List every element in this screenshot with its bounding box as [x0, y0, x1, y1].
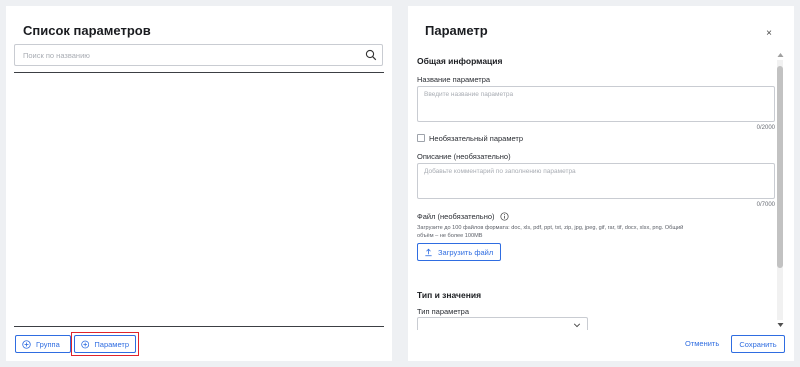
plus-circle-icon [81, 340, 90, 348]
search-icon[interactable] [365, 49, 377, 61]
parameters-list-panel: Список параметров Группа Параметр [6, 6, 392, 361]
name-label: Название параметра [417, 75, 491, 84]
cancel-button[interactable]: Отменить [685, 339, 719, 348]
description-textarea[interactable]: Добавьте комментарий по заполнению парам… [417, 163, 775, 199]
name-placeholder: Введите название параметра [424, 91, 514, 98]
save-button[interactable]: Сохранить [731, 335, 785, 353]
form-title: Параметр [425, 23, 488, 38]
list-bottom-divider [14, 326, 384, 327]
plus-circle-icon [22, 339, 31, 349]
scrollbar-thumb[interactable] [777, 66, 783, 268]
type-select[interactable] [417, 317, 588, 330]
type-label: Тип параметра [417, 307, 470, 316]
search-field[interactable] [14, 44, 383, 66]
add-group-label: Группа [36, 339, 60, 349]
list-top-divider [14, 72, 384, 73]
panel-title: Список параметров [23, 23, 151, 38]
description-counter: 0/7000 [756, 202, 775, 208]
upload-file-button[interactable]: Загрузить файл [417, 243, 501, 261]
file-hint: Загрузите до 100 файлов формата: doc, xl… [417, 225, 684, 239]
type-section-heading: Тип и значения [417, 290, 482, 300]
add-group-button[interactable]: Группа [15, 335, 71, 353]
add-parameter-label: Параметр [94, 339, 129, 349]
scrollbar[interactable] [777, 52, 784, 328]
optional-label[interactable]: Необязательный параметр [429, 134, 523, 143]
name-counter: 0/2000 [756, 125, 775, 131]
description-label: Описание (необязательно) [417, 152, 511, 161]
add-parameter-button[interactable]: Параметр [74, 335, 136, 353]
close-icon[interactable]: × [766, 28, 772, 39]
form-scroll-area[interactable]: Общая информация Название параметра Введ… [408, 50, 794, 330]
scroll-up-arrow-icon[interactable] [777, 52, 784, 58]
description-placeholder: Добавьте комментарий по заполнению парам… [424, 168, 576, 175]
scroll-down-arrow-icon[interactable] [777, 322, 784, 328]
search-input[interactable] [15, 45, 345, 66]
info-icon[interactable] [500, 212, 509, 221]
chevron-down-icon [573, 323, 581, 328]
file-label: Файл (необязательно) [417, 212, 495, 221]
general-section-heading: Общая информация [417, 56, 503, 66]
upload-file-label: Загрузить файл [438, 247, 494, 257]
optional-checkbox[interactable] [417, 134, 425, 142]
parameter-form-panel: Параметр × Общая информация Название пар… [408, 6, 794, 361]
upload-icon [425, 248, 432, 256]
name-textarea[interactable]: Введите название параметра [417, 86, 775, 122]
